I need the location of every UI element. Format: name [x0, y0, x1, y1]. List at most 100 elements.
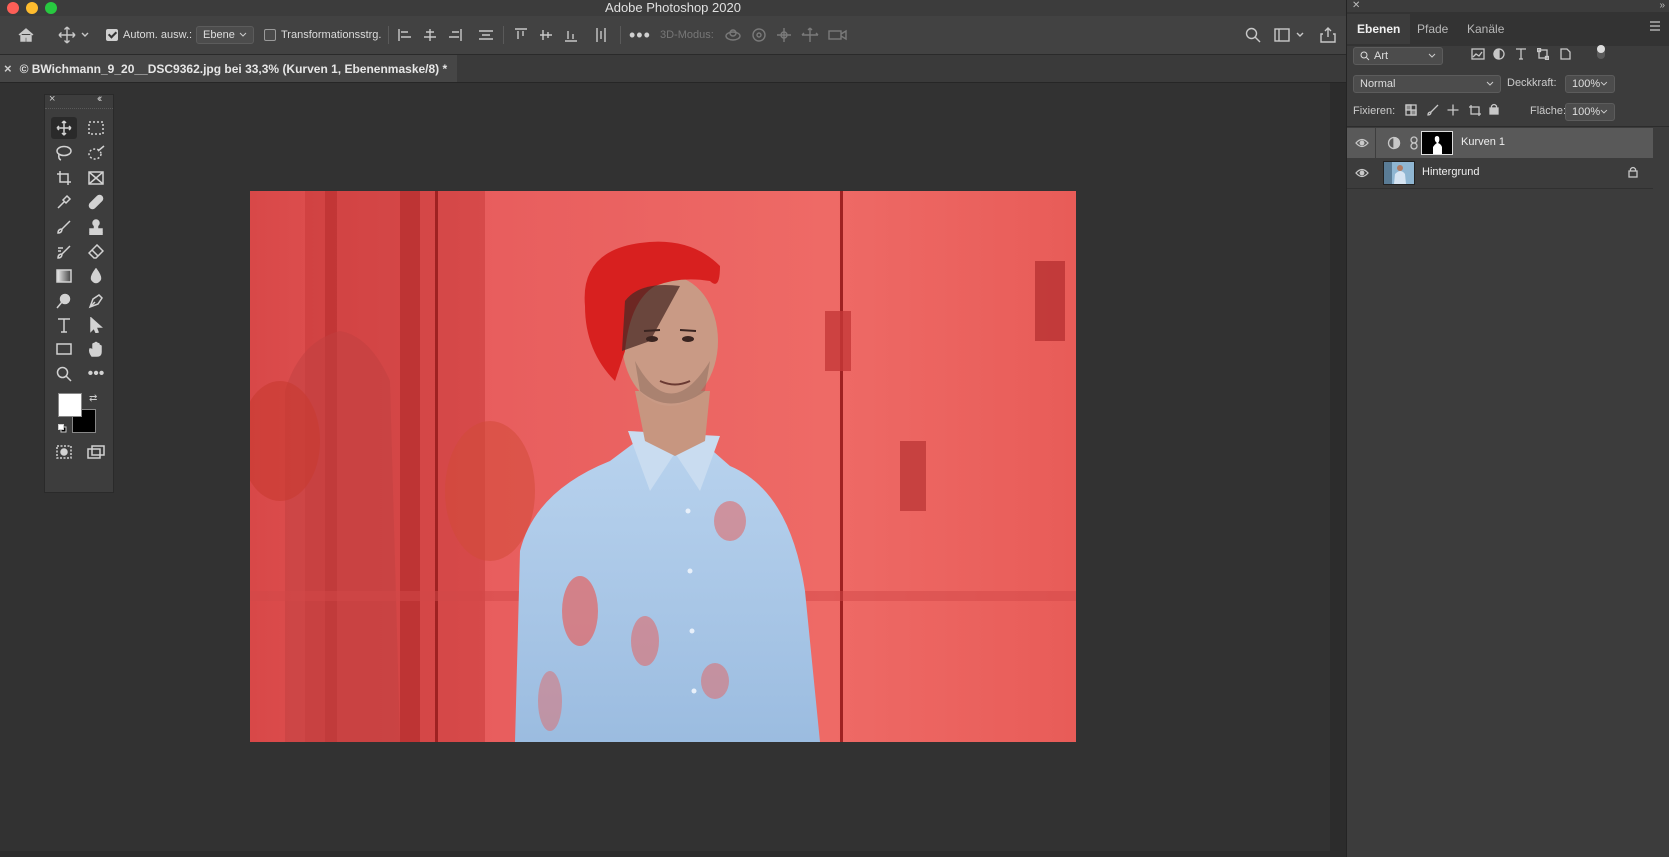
layer-visibility-toggle[interactable] — [1355, 167, 1369, 181]
mask-link-icon[interactable] — [1410, 136, 1418, 153]
chevron-down-icon — [1296, 32, 1304, 37]
layer-filter-dropdown[interactable]: Art — [1353, 47, 1443, 65]
hand-tool[interactable] — [83, 338, 109, 360]
tab-layers[interactable]: Ebenen — [1347, 14, 1411, 44]
workspace-icon — [1274, 28, 1290, 42]
pen-tool[interactable] — [83, 290, 109, 312]
move-tool-preset-picker[interactable] — [58, 16, 90, 54]
workspace-button[interactable] — [1274, 16, 1305, 54]
zoom-tool[interactable] — [51, 363, 77, 385]
lock-image-button[interactable] — [1427, 104, 1439, 119]
dodge-tool[interactable] — [51, 290, 77, 312]
tab-paths[interactable]: Pfade — [1411, 14, 1454, 44]
distribute-vertical-button[interactable] — [594, 16, 608, 54]
align-right-button[interactable] — [448, 16, 462, 54]
scale-3d-button[interactable] — [828, 16, 848, 54]
filter-adjustment-button[interactable] — [1493, 48, 1505, 63]
search-button[interactable] — [1245, 16, 1261, 54]
lasso-icon — [56, 145, 72, 161]
default-colors-button[interactable] — [58, 422, 67, 433]
share-button[interactable] — [1320, 16, 1336, 54]
filter-shape-button[interactable] — [1536, 47, 1550, 63]
chain-link-icon — [1410, 136, 1418, 150]
swap-colors-button[interactable]: ⇄ — [89, 393, 97, 404]
horizontal-scrollbar[interactable] — [0, 851, 1330, 857]
document-image[interactable] — [250, 191, 1076, 742]
move-tool[interactable] — [51, 117, 77, 139]
pan-3d-button[interactable] — [776, 16, 792, 54]
filter-smart-object-button[interactable] — [1559, 48, 1571, 63]
marquee-tool[interactable] — [83, 117, 109, 139]
close-document-button[interactable]: × — [4, 61, 12, 76]
quick-mask-button[interactable] — [51, 441, 77, 463]
blend-mode-dropdown[interactable]: Normal — [1353, 75, 1501, 93]
lock-label: Fixieren: — [1353, 105, 1396, 117]
opacity-input[interactable]: 100% — [1565, 75, 1615, 93]
tools-collapse-button[interactable]: ‹‹ — [97, 93, 103, 105]
layer-visibility-toggle[interactable] — [1355, 137, 1369, 151]
panel-menu-button[interactable] — [1649, 20, 1661, 34]
transform-controls-checkbox[interactable]: Transformationsstrg. — [264, 16, 381, 54]
person-silhouette-icon — [1433, 136, 1442, 154]
lock-position-button[interactable] — [1447, 104, 1459, 119]
distribute-button[interactable] — [478, 16, 494, 54]
layer-thumbnail[interactable] — [1383, 161, 1415, 185]
panel-collapse-button[interactable]: » — [1659, 0, 1665, 11]
layer-row-hintergrund[interactable]: Hintergrund — [1347, 158, 1653, 188]
type-tool[interactable] — [51, 314, 77, 336]
eraser-tool[interactable] — [83, 241, 109, 263]
align-top-button[interactable] — [514, 16, 528, 54]
layer-row-kurven-1[interactable]: Kurven 1 — [1347, 128, 1653, 158]
vertical-scrollbar[interactable] — [1330, 83, 1346, 857]
more-icon: ••• — [629, 24, 651, 45]
home-button[interactable] — [17, 16, 35, 54]
blur-tool[interactable] — [83, 265, 109, 287]
foreground-color-swatch[interactable] — [58, 393, 82, 417]
document-tab[interactable]: × © BWichmann_9_20__DSC9362.jpg bei 33,3… — [0, 55, 458, 82]
tools-grip[interactable] — [45, 108, 113, 111]
layer-adjustment-thumbnail[interactable] — [1387, 136, 1401, 153]
crop-tool[interactable] — [51, 167, 77, 189]
lock-all-button[interactable] — [1489, 103, 1499, 118]
panel-close-button[interactable]: ✕ — [1352, 0, 1360, 11]
eyedropper-tool[interactable] — [51, 191, 77, 213]
rectangle-tool[interactable] — [51, 338, 77, 360]
auto-select-checkbox[interactable]: Autom. ausw.: — [106, 16, 192, 54]
zoom-icon — [56, 366, 72, 382]
quick-selection-tool[interactable] — [83, 142, 109, 164]
lock-artboard-button[interactable] — [1468, 104, 1482, 119]
auto-select-label: Autom. ausw.: — [123, 29, 193, 41]
gradient-tool[interactable] — [51, 265, 77, 287]
search-icon — [1360, 51, 1370, 61]
filter-pixel-button[interactable] — [1471, 48, 1485, 63]
more-options-button[interactable]: ••• — [629, 16, 651, 54]
document-title: © BWichmann_9_20__DSC9362.jpg bei 33,3% … — [19, 61, 448, 76]
align-bottom-button[interactable] — [564, 16, 578, 54]
layer-mask-thumbnail[interactable] — [1421, 131, 1453, 155]
filter-type-button[interactable] — [1515, 48, 1527, 63]
screen-mode-button[interactable] — [83, 441, 109, 463]
lasso-tool[interactable] — [51, 142, 77, 164]
roll-3d-button[interactable] — [751, 16, 767, 54]
tools-close-button[interactable]: × — [49, 93, 55, 105]
frame-tool[interactable] — [83, 167, 109, 189]
auto-select-check[interactable] — [106, 29, 118, 41]
healing-brush-tool[interactable] — [83, 191, 109, 213]
path-selection-tool[interactable] — [83, 314, 109, 336]
history-brush-tool[interactable] — [51, 241, 77, 263]
align-hcenter-button[interactable] — [423, 16, 437, 54]
brush-tool[interactable] — [51, 216, 77, 238]
tab-channels[interactable]: Kanäle — [1461, 14, 1510, 44]
edit-toolbar-button[interactable]: ••• — [83, 363, 109, 385]
clone-stamp-tool[interactable] — [83, 216, 109, 238]
lock-transparent-button[interactable] — [1405, 104, 1417, 119]
transform-controls-check[interactable] — [264, 29, 276, 41]
orbit-3d-button[interactable] — [724, 16, 742, 54]
filter-toggle[interactable] — [1597, 45, 1605, 59]
fill-input[interactable]: 100% — [1565, 103, 1615, 121]
align-left-button[interactable] — [398, 16, 412, 54]
align-vcenter-button[interactable] — [539, 16, 553, 54]
auto-select-target-dropdown[interactable]: Ebene — [196, 16, 254, 54]
slide-3d-button[interactable] — [801, 16, 819, 54]
fill-value: 100% — [1572, 106, 1601, 118]
